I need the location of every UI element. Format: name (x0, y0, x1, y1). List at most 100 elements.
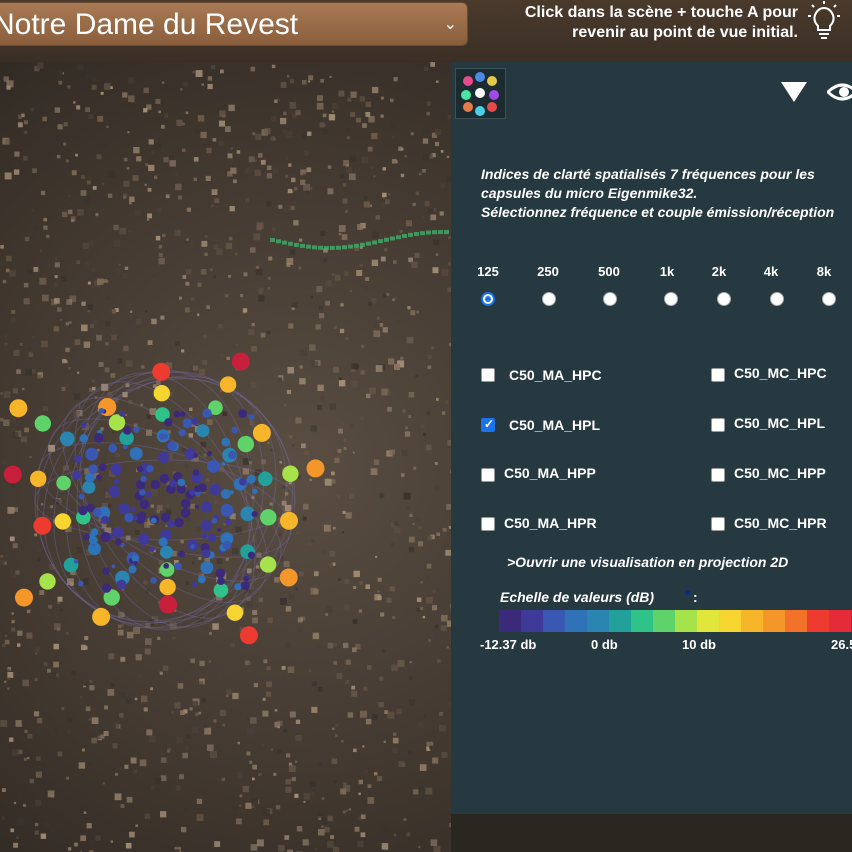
freq-radio-8k[interactable] (822, 292, 836, 306)
point-cloud-point (426, 111, 430, 116)
point-cloud-point (310, 425, 318, 432)
point-cloud-point (333, 366, 339, 373)
freq-radio-125[interactable] (481, 292, 495, 306)
freq-radio-1k[interactable] (664, 292, 678, 306)
point-cloud-point (159, 834, 164, 838)
point-cloud-point (365, 101, 371, 108)
eigenmike-icon[interactable] (455, 68, 506, 119)
capsule-sphere (138, 533, 150, 545)
point-cloud-point (335, 734, 338, 737)
capsule-sphere (60, 431, 75, 447)
freq-radio-4k[interactable] (770, 292, 784, 306)
point-cloud-point (333, 661, 337, 665)
point-cloud-point (380, 96, 384, 100)
point-cloud-point (24, 427, 29, 433)
point-cloud-point (87, 309, 90, 313)
point-cloud-point (134, 530, 140, 535)
point-cloud-point (216, 558, 223, 565)
point-cloud-point (393, 732, 397, 736)
capsule-sphere (129, 447, 143, 460)
point-cloud-point (74, 842, 78, 847)
point-cloud-point (427, 365, 432, 370)
point-cloud-point (415, 374, 419, 378)
capsule-sphere (190, 544, 195, 549)
lightbulb-icon[interactable] (802, 0, 846, 44)
point-cloud-point (408, 392, 415, 398)
point-cloud-point (375, 215, 380, 220)
point-cloud-point (275, 805, 281, 810)
point-cloud-point (224, 294, 229, 298)
point-cloud-point (336, 245, 341, 250)
point-cloud-point (333, 643, 337, 647)
point-cloud-point (373, 459, 380, 465)
point-cloud-point (432, 757, 439, 764)
point-cloud-point (27, 733, 33, 739)
checkbox-c50-ma-hpp[interactable] (481, 468, 495, 482)
point-cloud-point (81, 324, 88, 332)
point-cloud-point (384, 247, 388, 252)
point-cloud-point (426, 576, 430, 580)
point-cloud-point (2, 279, 7, 284)
capsule-sphere (73, 559, 79, 564)
point-cloud-point (374, 772, 378, 776)
point-cloud-point (179, 296, 182, 300)
freq-radio-2k[interactable] (717, 292, 731, 306)
point-cloud-point (129, 196, 135, 202)
capsule-sphere (200, 501, 212, 513)
scale-info-dot[interactable] (685, 590, 690, 595)
point-cloud-point (369, 387, 376, 395)
point-cloud-point (61, 707, 65, 710)
point-cloud-point (29, 778, 34, 784)
point-cloud-point (25, 368, 32, 376)
freq-radio-500[interactable] (603, 292, 617, 306)
point-cloud-point (81, 301, 86, 306)
site-select[interactable]: Notre Dame du Revest ⌄ (0, 2, 468, 46)
point-cloud-point (53, 661, 59, 668)
point-cloud-point (373, 175, 376, 178)
point-cloud-point (254, 159, 257, 162)
freq-label-8k: 8k (816, 264, 832, 279)
capsule-sphere (39, 573, 56, 590)
checkbox-c50-mc-hpc[interactable] (711, 368, 725, 382)
freq-label-4k: 4k (763, 264, 779, 279)
point-cloud-point (74, 339, 81, 346)
freq-radio-250[interactable] (542, 292, 556, 306)
point-cloud-point (239, 804, 242, 807)
point-cloud-point (390, 542, 395, 547)
checkbox-c50-mc-hpl[interactable] (711, 418, 725, 432)
point-cloud-point (252, 764, 257, 770)
checkbox-c50-ma-hpl[interactable] (481, 417, 495, 432)
point-cloud-point (152, 277, 155, 281)
checkbox-c50-ma-hpr[interactable] (481, 517, 495, 531)
point-cloud-point (372, 231, 379, 239)
projection-2d-link[interactable]: >Ouvrir une visualisation en projection … (507, 554, 788, 570)
point-cloud-point (352, 647, 357, 653)
point-cloud-point (211, 189, 218, 195)
point-cloud-point (9, 536, 15, 542)
point-cloud-point (419, 606, 424, 611)
capsule-sphere (54, 513, 71, 530)
point-cloud-point (252, 617, 258, 624)
point-cloud-point (359, 581, 363, 585)
point-cloud-point (262, 697, 266, 701)
point-cloud-point (1, 191, 4, 195)
eye-icon[interactable] (827, 76, 852, 106)
point-cloud-point (343, 782, 347, 786)
point-cloud-point (154, 777, 162, 785)
point-cloud-point (284, 205, 291, 212)
point-cloud-point (146, 272, 149, 276)
checkbox-c50-mc-hpr[interactable] (711, 517, 725, 531)
capsule-sphere (180, 498, 191, 509)
point-cloud-point (111, 334, 117, 341)
point-cloud-point (247, 80, 251, 84)
point-cloud-point (246, 728, 254, 735)
point-cloud-point (330, 479, 336, 484)
checkbox-c50-mc-hpp[interactable] (711, 468, 725, 482)
capsule-sphere (163, 563, 170, 569)
checkbox-c50-ma-hpc[interactable] (481, 368, 495, 382)
point-cloud-point (326, 841, 334, 848)
collapse-triangle-icon[interactable] (779, 80, 809, 104)
point-cloud-point (157, 636, 161, 640)
point-cloud-point (285, 779, 291, 785)
point-cloud-point (398, 761, 405, 767)
